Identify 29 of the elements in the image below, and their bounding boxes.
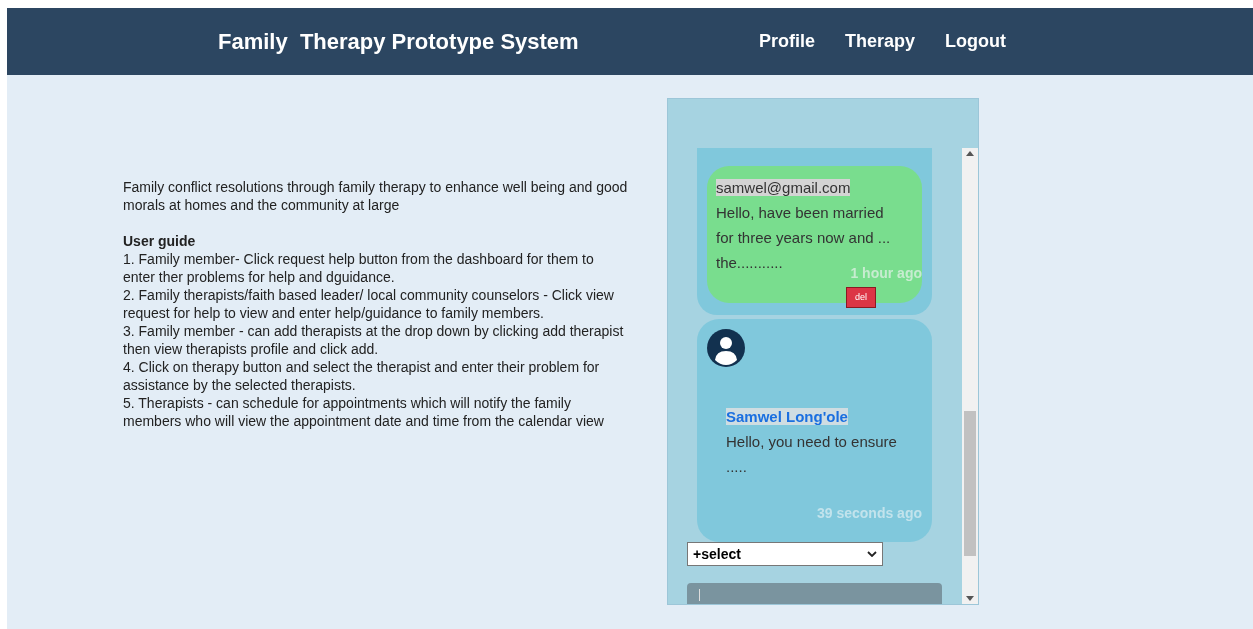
- intro-text: Family conflict resolutions through family therapy to enhance well being and good morals at homes and the community at large: [123, 178, 628, 214]
- message-text: .....: [726, 457, 748, 477]
- message-text: the...........: [716, 253, 783, 273]
- guide-step: 5. Therapists - can schedule for appointments which will notify the family members who will view the appointment date and time from the calendar view: [123, 394, 628, 430]
- scroll-down-icon[interactable]: [966, 596, 974, 601]
- select-dropdown[interactable]: +select: [687, 542, 883, 566]
- delete-button[interactable]: del: [846, 286, 876, 308]
- guide-step: 1. Family member- Click request help button from the dashboard for them to enter ther problems for help and dguidance.: [123, 250, 628, 286]
- chevron-down-icon: [867, 551, 877, 557]
- scrollbar-thumb[interactable]: [964, 411, 976, 556]
- nav-link[interactable]: Therapy: [845, 28, 916, 55]
- message-text: Hello, you need to ensure: [726, 432, 898, 452]
- nav-link[interactable]: Logout: [945, 28, 1007, 55]
- site-title: Family Therapy Prototype System: [218, 28, 580, 56]
- avatar-icon: [707, 329, 745, 367]
- sender-name: Samwel Long'ole: [726, 408, 848, 425]
- guide-step: 2. Family therapists/faith based leader/ local community counselors - Click view request for help to view and enter help/guidance to family members.: [123, 286, 628, 322]
- guide-title: User guide: [123, 232, 197, 250]
- message-text: for three years now and ...: [716, 228, 891, 248]
- message-time: 1 hour ago: [850, 264, 922, 283]
- scroll-up-icon[interactable]: [966, 151, 974, 156]
- scrollbar[interactable]: [962, 148, 978, 604]
- message-text: Hello, have been married: [716, 203, 884, 223]
- guide-step: 3. Family member - can add therapists at the drop down by clicking add therapist then view therapists profile and click add.: [123, 322, 628, 358]
- nav-link[interactable]: Profile: [759, 28, 815, 55]
- message-input[interactable]: [687, 583, 942, 604]
- guide-step: 4. Click on therapy button and select the therapist and enter their problem for assistance by the selected therapists.: [123, 358, 628, 394]
- message-time: 39 seconds ago: [816, 504, 922, 523]
- sender-email: samwel@gmail.com: [716, 179, 851, 196]
